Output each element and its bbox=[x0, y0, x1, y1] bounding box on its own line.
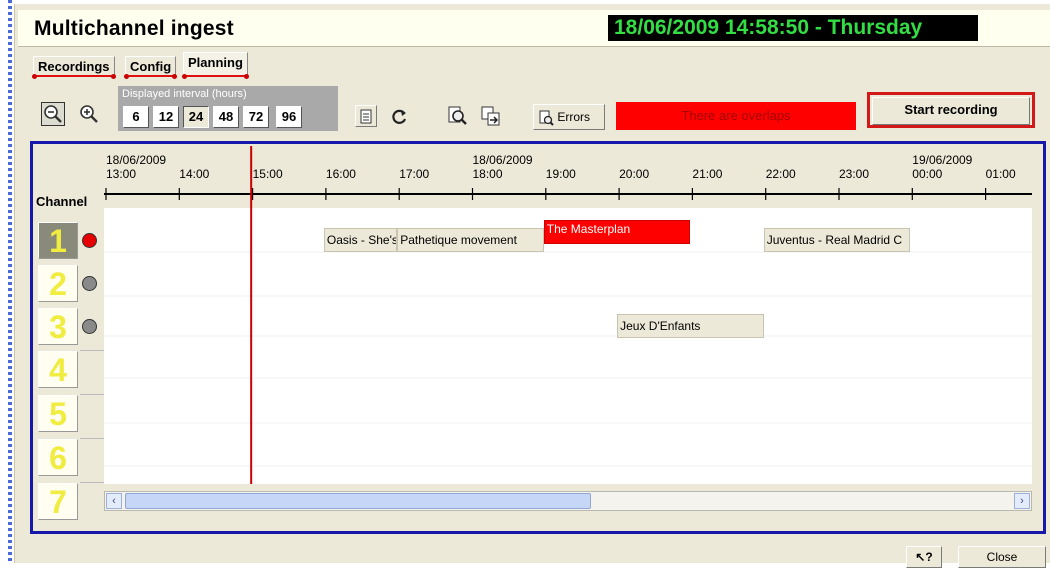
timeline-date-label: 19/06/2009 bbox=[912, 153, 973, 167]
interval-selector: Displayed interval (hours) 6 12 24 48 72… bbox=[118, 86, 338, 131]
errors-button[interactable]: Errors bbox=[533, 104, 605, 130]
clock-display: 18/06/2009 14:58:50 - Thursday bbox=[608, 15, 978, 41]
timeline-hour-label: 20:00 bbox=[619, 167, 650, 181]
refresh-icon bbox=[392, 109, 407, 124]
timeline-hour-label: 19:00 bbox=[545, 167, 576, 181]
scroll-left-button[interactable]: ‹ bbox=[106, 493, 122, 509]
tab-recordings-label: Recordings bbox=[38, 59, 110, 74]
timeline-hour-label: 01:00 bbox=[985, 167, 1016, 181]
interval-6-button[interactable]: 6 bbox=[123, 106, 149, 128]
errors-label: Errors bbox=[557, 110, 591, 124]
timeline-scrollbar[interactable]: ‹ › bbox=[104, 491, 1032, 511]
tab-underline bbox=[126, 75, 176, 77]
tab-underline bbox=[184, 75, 247, 77]
zoom-in-icon bbox=[80, 105, 98, 123]
schedule-grid: Oasis - She's Pathetique movement The Mast… bbox=[104, 208, 1032, 484]
row-divider bbox=[80, 438, 104, 439]
planning-toolbar: Displayed interval (hours) 6 12 24 48 72… bbox=[31, 78, 1042, 136]
interval-72-button[interactable]: 72 bbox=[243, 106, 269, 128]
errors-icon bbox=[539, 110, 554, 126]
timeline-hour-label: 13:00 bbox=[106, 167, 137, 181]
timeline-date-label: 18/06/2009 bbox=[472, 153, 533, 167]
channel-6-button[interactable]: 6 bbox=[38, 439, 78, 476]
timeline-hour-label: 17:00 bbox=[399, 167, 430, 181]
channel-4-button[interactable]: 4 bbox=[38, 351, 78, 388]
find-document-icon bbox=[448, 106, 467, 125]
tab-planning[interactable]: Planning bbox=[182, 52, 249, 79]
timeline-hour-label: 15:00 bbox=[252, 167, 283, 181]
find-button[interactable] bbox=[445, 104, 469, 128]
channel-1-status-indicator bbox=[82, 233, 97, 248]
tab-config[interactable]: Config bbox=[124, 56, 178, 79]
start-recording-label: Start recording bbox=[872, 97, 1030, 125]
interval-12-button[interactable]: 12 bbox=[153, 106, 179, 128]
scheduled-recording-block[interactable]: Jeux D'Enfants bbox=[617, 314, 764, 338]
timeline-hour-label: 22:00 bbox=[765, 167, 796, 181]
title-bar: Multichannel ingest 18/06/2009 14:58:50 … bbox=[18, 10, 1050, 47]
channel-7-button[interactable]: 7 bbox=[38, 483, 78, 520]
interval-24-button[interactable]: 24 bbox=[183, 106, 209, 128]
close-button[interactable]: Close bbox=[958, 546, 1046, 568]
scheduled-recording-block[interactable]: Pathetique movement bbox=[397, 228, 544, 252]
timeline-date-label: 18/06/2009 bbox=[106, 153, 167, 167]
scheduled-recording-block[interactable]: Juventus - Real Madrid C bbox=[763, 228, 911, 252]
timeline-hour-label: 23:00 bbox=[839, 167, 870, 181]
tab-planning-label: Planning bbox=[188, 55, 243, 70]
interval-label: Displayed interval (hours) bbox=[122, 88, 247, 100]
scroll-thumb[interactable] bbox=[125, 493, 591, 509]
scheduled-recording-block[interactable]: Oasis - She's bbox=[323, 228, 398, 252]
window-edge-decoration bbox=[8, 0, 12, 563]
export-icon bbox=[481, 106, 500, 126]
timeline-hour-label: 21:00 bbox=[692, 167, 723, 181]
channel-2-status-indicator bbox=[82, 276, 97, 291]
timeline-hour-label: 18:00 bbox=[472, 167, 503, 181]
list-button[interactable] bbox=[355, 105, 377, 127]
channel-2-button[interactable]: 2 bbox=[38, 265, 78, 302]
scheduled-recording-block[interactable]: The Masterplan bbox=[543, 220, 691, 244]
zoom-out-icon bbox=[44, 105, 62, 123]
row-divider bbox=[80, 350, 104, 351]
channel-header: Channel bbox=[36, 194, 88, 209]
help-button[interactable]: ↖? bbox=[906, 546, 942, 568]
zoom-out-button[interactable] bbox=[41, 102, 65, 126]
interval-48-button[interactable]: 48 bbox=[213, 106, 239, 128]
tab-recordings[interactable]: Recordings bbox=[32, 56, 116, 79]
timeline-hour-label: 14:00 bbox=[179, 167, 210, 181]
row-divider bbox=[80, 394, 104, 395]
overlap-warning: There are overlaps bbox=[616, 102, 856, 130]
scroll-right-button[interactable]: › bbox=[1014, 493, 1030, 509]
zoom-in-button[interactable] bbox=[77, 102, 101, 126]
row-divider bbox=[80, 482, 104, 483]
timeline-header: 13:00 18/06/2009 14:00 15:00 16:00 17:00 18:00… bbox=[104, 146, 1032, 208]
tab-underline bbox=[34, 75, 114, 77]
help-glyph: ? bbox=[925, 550, 933, 564]
timeline-hour-label: 00:00 bbox=[912, 167, 943, 181]
channel-3-button[interactable]: 3 bbox=[38, 308, 78, 345]
timeline-hour-label: 16:00 bbox=[325, 167, 356, 181]
export-button[interactable] bbox=[479, 104, 503, 128]
help-cursor-icon: ↖ bbox=[915, 550, 926, 564]
refresh-button[interactable] bbox=[388, 105, 412, 129]
app-title: Multichannel ingest bbox=[34, 17, 234, 40]
start-recording-button[interactable]: Start recording bbox=[867, 92, 1035, 128]
channel-5-button[interactable]: 5 bbox=[38, 395, 78, 432]
interval-96-button[interactable]: 96 bbox=[276, 106, 302, 128]
channel-1-button[interactable]: 1 bbox=[38, 222, 78, 259]
list-icon bbox=[360, 109, 372, 124]
channel-3-status-indicator bbox=[82, 319, 97, 334]
tab-config-label: Config bbox=[130, 59, 172, 74]
